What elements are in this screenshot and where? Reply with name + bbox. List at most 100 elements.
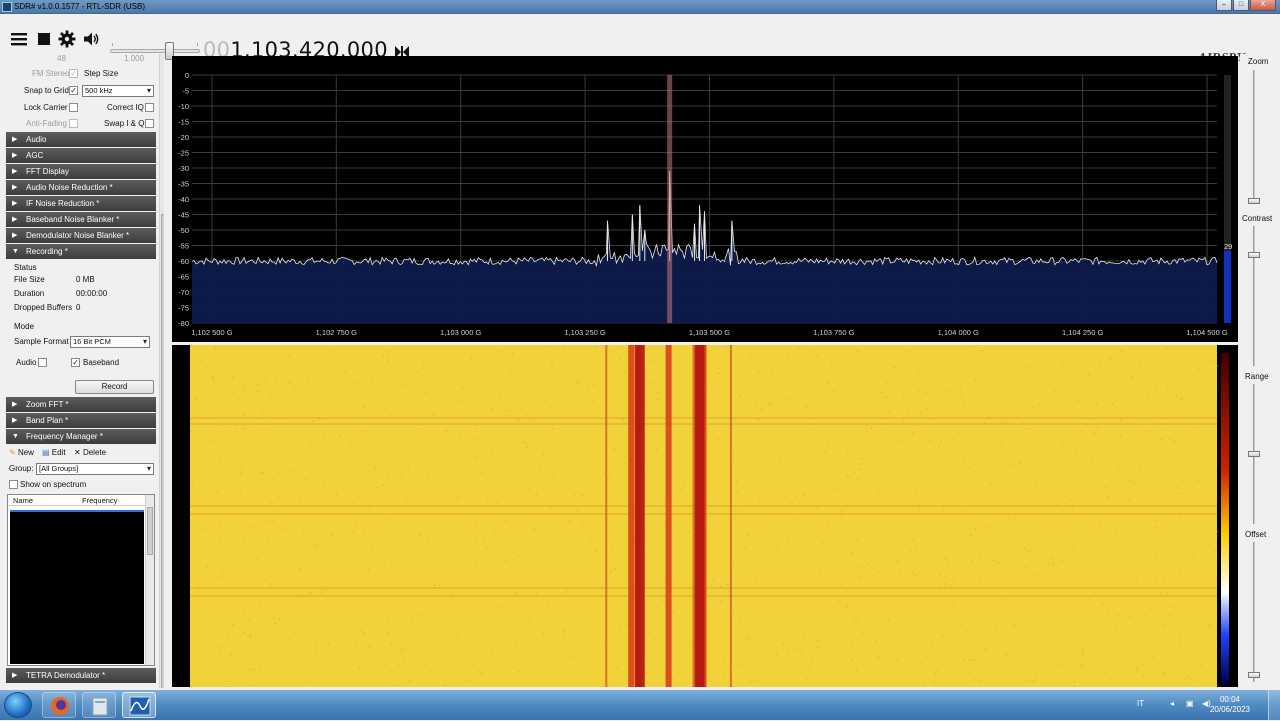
section-audio-noise-reduction[interactable]: Audio Noise Reduction *	[6, 180, 156, 195]
baseband-record-checkbox[interactable]: ✓	[71, 358, 80, 367]
sample-format-select[interactable]: 16 Bit PCM	[70, 336, 150, 348]
spectrum-analyzer[interactable]: 0-5-10-15-20-25-30-35-40-45-50-55-60-65-…	[172, 56, 1238, 342]
spectrum-chart[interactable]: 0-5-10-15-20-25-30-35-40-45-50-55-60-65-…	[172, 56, 1238, 342]
frequency-list-body[interactable]	[10, 510, 144, 664]
close-button[interactable]: X	[1250, 0, 1276, 11]
waterfall-speck	[563, 637, 565, 639]
waterfall-speck	[1058, 665, 1060, 667]
column-frequency[interactable]: Frequency	[82, 496, 117, 505]
waterfall-speck	[919, 637, 921, 639]
column-name[interactable]: Name	[13, 496, 33, 505]
show-on-spectrum-checkbox[interactable]	[9, 480, 18, 489]
delete-entry-button[interactable]: ✕ Delete	[74, 448, 106, 457]
minimize-button[interactable]: –	[1216, 0, 1232, 11]
offset-slider[interactable]	[1253, 542, 1255, 682]
section-fft-display[interactable]: FFT Display	[6, 164, 156, 179]
waterfall-speck	[596, 550, 598, 552]
record-button[interactable]: Record	[75, 380, 154, 394]
waterfall-speck	[872, 567, 874, 569]
offset-slider-thumb[interactable]	[1248, 672, 1260, 678]
anti-fading-checkbox[interactable]	[69, 119, 78, 128]
sdrsharp-icon[interactable]	[122, 692, 156, 718]
waterfall-speck	[495, 482, 497, 484]
section-frequency-manager[interactable]: Frequency Manager *	[6, 429, 156, 444]
waterfall-speck	[970, 346, 972, 348]
volume-slider[interactable]	[110, 49, 200, 53]
new-entry-button[interactable]: ✎ New	[9, 448, 34, 457]
waterfall-speck	[876, 655, 878, 657]
range-slider-thumb[interactable]	[1248, 451, 1260, 457]
waterfall-speck	[514, 635, 516, 637]
waterfall-speck	[784, 439, 786, 441]
waterfall-speck	[805, 665, 807, 667]
group-select[interactable]: [All Groups]	[36, 463, 154, 475]
waterfall-speck	[515, 593, 517, 595]
frequency-list-scroll-thumb[interactable]	[147, 507, 153, 555]
swap-iq-checkbox[interactable]	[145, 119, 154, 128]
waterfall-display[interactable]	[172, 345, 1238, 687]
waterfall-speck	[1110, 358, 1112, 360]
waterfall-speck	[1081, 665, 1083, 667]
tray-arrow-icon[interactable]: ◂	[1170, 699, 1174, 708]
snap-to-grid-checkbox[interactable]: ✓	[69, 86, 78, 95]
left-panel-scroll-thumb[interactable]	[161, 214, 164, 688]
stop-icon[interactable]	[35, 30, 53, 48]
section-baseband-noise-blanker[interactable]: Baseband Noise Blanker *	[6, 212, 156, 227]
lock-carrier-checkbox[interactable]	[69, 103, 78, 112]
show-desktop-button[interactable]	[1268, 690, 1280, 720]
waterfall-speck	[743, 626, 745, 628]
waterfall-speck	[673, 510, 675, 512]
waterfall-speck	[857, 539, 859, 541]
language-indicator[interactable]: IT	[1137, 699, 1144, 708]
waterfall-speck	[772, 458, 774, 460]
maximize-button[interactable]: □	[1233, 0, 1249, 11]
menu-icon[interactable]	[10, 30, 28, 48]
waterfall-speck	[938, 446, 940, 448]
fm-stereo-checkbox[interactable]: ✓	[69, 69, 78, 78]
waterfall-speck	[737, 644, 739, 646]
audio-record-checkbox[interactable]	[38, 358, 47, 367]
frequency-list[interactable]: Name Frequency	[7, 494, 155, 666]
left-panel-scrollbar[interactable]	[159, 54, 164, 688]
frequency-list-scrollbar[interactable]	[145, 495, 154, 665]
waterfall-speck	[208, 597, 210, 599]
level-meter-fill	[1224, 251, 1231, 323]
speaker-icon[interactable]	[82, 30, 100, 48]
explorer-icon[interactable]	[82, 692, 116, 718]
firefox-icon[interactable]	[42, 692, 76, 718]
step-size-select[interactable]: 500 kHz	[82, 85, 154, 97]
section-audio[interactable]: Audio	[6, 132, 156, 147]
waterfall-speck	[733, 609, 735, 611]
zoom-slider[interactable]	[1253, 70, 1255, 200]
section-recording[interactable]: Recording *	[6, 244, 156, 259]
waterfall-speck	[1082, 654, 1084, 656]
contrast-slider-thumb[interactable]	[1248, 252, 1260, 258]
section-if-noise-reduction[interactable]: IF Noise Reduction *	[6, 196, 156, 211]
waterfall-speck	[265, 520, 267, 522]
tray-network-icon[interactable]: ▣	[1186, 699, 1194, 708]
waterfall-speck	[791, 503, 793, 505]
waterfall-speck	[776, 653, 778, 655]
waterfall-speck	[269, 569, 271, 571]
gear-icon[interactable]	[58, 30, 76, 48]
section-band-plan[interactable]: Band Plan *	[6, 413, 156, 428]
section-zoom-fft[interactable]: Zoom FFT *	[6, 397, 156, 412]
edit-entry-button[interactable]: ▤ Edit	[42, 448, 66, 457]
system-clock[interactable]: 00:04 20/06/2023	[1210, 695, 1250, 715]
zoom-slider-thumb[interactable]	[1248, 198, 1260, 204]
waterfall-chart[interactable]	[172, 345, 1238, 687]
y-tick-label: -55	[178, 242, 189, 251]
waterfall-speck	[195, 398, 197, 400]
waterfall-speck	[943, 509, 945, 511]
section-agc[interactable]: AGC	[6, 148, 156, 163]
correct-iq-checkbox[interactable]	[145, 103, 154, 112]
waterfall-speck	[1127, 666, 1129, 668]
section-demodulator-noise-blanker[interactable]: Demodulator Noise Blanker *	[6, 228, 156, 243]
waterfall-speck	[920, 412, 922, 414]
section-tetra-demodulator[interactable]: TETRA Demodulator *	[6, 668, 156, 683]
contrast-slider[interactable]	[1253, 226, 1255, 366]
waterfall-speck	[370, 545, 372, 547]
waterfall-speck	[369, 647, 371, 649]
y-tick-label: -10	[178, 102, 189, 111]
start-button[interactable]	[4, 692, 32, 718]
